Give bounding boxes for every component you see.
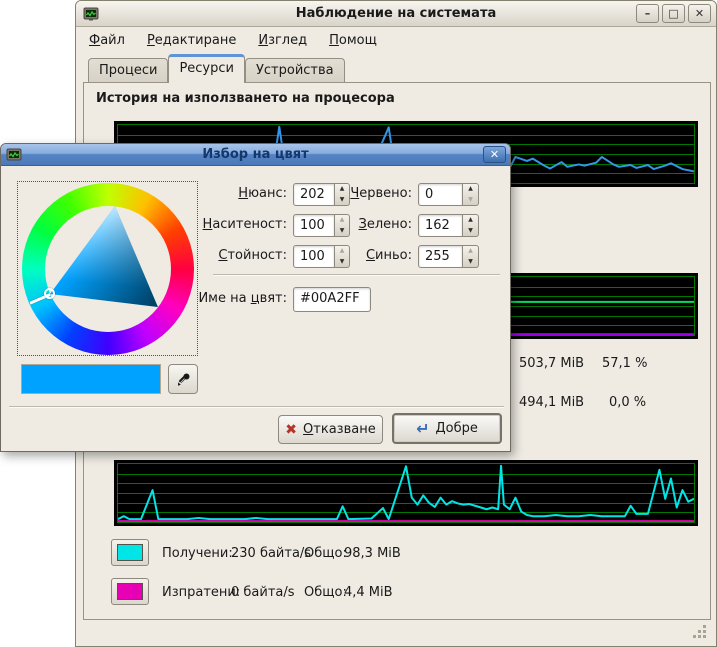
close-button[interactable]: ✕ bbox=[688, 4, 711, 23]
green-input[interactable]: 162 bbox=[418, 214, 463, 237]
maximize-button[interactable]: □ bbox=[662, 4, 685, 23]
blue-input[interactable]: 255 bbox=[418, 245, 463, 268]
ok-button-label: Добре bbox=[436, 421, 478, 436]
swap-used-percent: 0,0 % bbox=[609, 395, 646, 410]
green-spinner[interactable]: ▲▼ bbox=[463, 214, 479, 237]
menu-file[interactable]: Файл bbox=[82, 31, 132, 50]
main-titlebar[interactable]: Наблюдение на системата – □ ✕ bbox=[76, 1, 716, 27]
received-color-swatch bbox=[117, 544, 143, 561]
main-window-title: Наблюдение на системата bbox=[76, 6, 716, 21]
eyedropper-button[interactable] bbox=[168, 364, 198, 394]
red-input[interactable]: 0 bbox=[418, 183, 463, 206]
resize-grip[interactable] bbox=[703, 635, 706, 638]
dialog-close-button[interactable]: ✕ bbox=[483, 146, 506, 163]
received-rate: 230 байта/s bbox=[231, 546, 311, 561]
memory-used-percent: 57,1 % bbox=[602, 356, 647, 371]
sent-rate: 0 байта/s bbox=[231, 585, 295, 600]
received-label: Получени: bbox=[162, 546, 233, 561]
menu-edit[interactable]: Редактиране bbox=[140, 31, 243, 50]
eyedropper-icon bbox=[175, 371, 192, 388]
menubar: Файл Редактиране Изглед Помощ bbox=[76, 28, 716, 52]
value-label: Стойност: bbox=[167, 248, 287, 263]
tab-devices[interactable]: Устройства bbox=[245, 58, 345, 83]
red-spinner[interactable]: ▲▼ bbox=[463, 183, 479, 206]
color-name-input[interactable]: #00A2FF bbox=[293, 287, 371, 312]
sent-total-label: Общо: bbox=[304, 585, 347, 600]
sv-selector[interactable] bbox=[44, 288, 55, 299]
swap-used-value: 494,1 MiB bbox=[519, 395, 584, 410]
received-color-button[interactable] bbox=[111, 539, 149, 566]
screen: Наблюдение на системата – □ ✕ Файл Редак… bbox=[0, 0, 717, 647]
memory-used-value: 503,7 MiB bbox=[519, 356, 584, 371]
blue-label: Синьо: bbox=[302, 248, 412, 263]
tabbar: Процеси Ресурси Устройства bbox=[88, 53, 708, 83]
color-wheel[interactable] bbox=[17, 181, 198, 356]
dialog-titlebar[interactable]: Избор на цвят ✕ bbox=[1, 144, 510, 166]
dialog-title: Избор на цвят bbox=[1, 147, 510, 162]
tab-processes[interactable]: Процеси bbox=[88, 58, 168, 83]
cancel-x-icon: ✖ bbox=[285, 422, 297, 438]
menu-help[interactable]: Помощ bbox=[322, 31, 384, 50]
selected-color-swatch bbox=[21, 364, 161, 394]
ok-button[interactable]: ↵ Добре bbox=[392, 413, 502, 444]
network-history-graph bbox=[114, 460, 698, 526]
actions-separator bbox=[9, 406, 504, 408]
cancel-button-label: Отказване bbox=[303, 422, 376, 437]
sent-color-button[interactable] bbox=[111, 578, 149, 605]
minimize-button[interactable]: – bbox=[636, 4, 659, 23]
tab-resources[interactable]: Ресурси bbox=[168, 54, 245, 83]
hue-label: Нюанс: bbox=[167, 186, 287, 201]
cpu-history-heading: История на използването на процесора bbox=[96, 91, 395, 106]
color-name-label: Име на цвят: bbox=[157, 291, 287, 306]
sent-label: Изпратени: bbox=[162, 585, 240, 600]
color-picker-dialog: Избор на цвят ✕ Нюанс: 202 ▲▼ Наситеност… bbox=[0, 143, 511, 452]
ok-enter-icon: ↵ bbox=[416, 419, 429, 438]
red-label: Червено: bbox=[302, 186, 412, 201]
sent-total: 4,4 MiB bbox=[344, 585, 393, 600]
sent-color-swatch bbox=[117, 583, 143, 600]
saturation-label: Наситеност: bbox=[167, 217, 287, 232]
menu-view[interactable]: Изглед bbox=[251, 31, 314, 50]
fields-separator bbox=[213, 274, 500, 276]
received-total: 98,3 MiB bbox=[344, 546, 401, 561]
green-label: Зелено: bbox=[302, 217, 412, 232]
cancel-button[interactable]: ✖ Отказване bbox=[278, 415, 383, 444]
blue-spinner[interactable]: ▲▼ bbox=[463, 245, 479, 268]
received-total-label: Общо: bbox=[304, 546, 347, 561]
